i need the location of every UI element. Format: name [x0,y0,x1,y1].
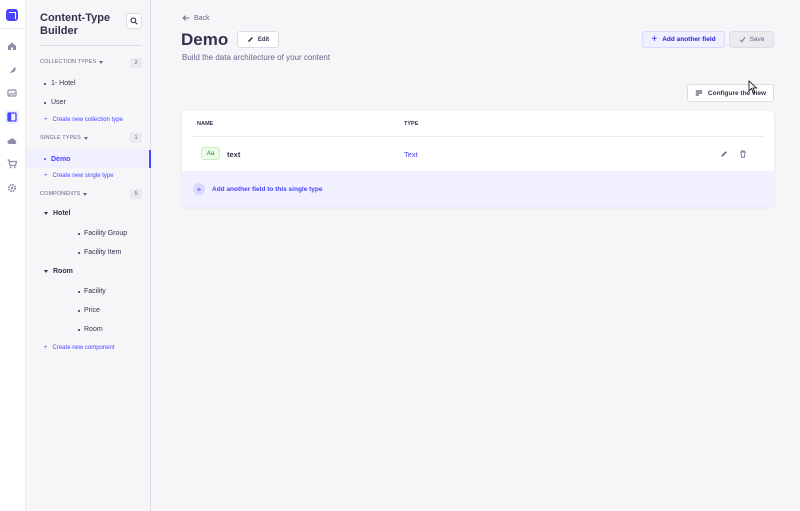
configure-view-button[interactable]: Configure the view [687,84,774,102]
add-field-to-single-type-row[interactable]: + Add another field to this single type [182,171,774,207]
check-icon [739,37,745,43]
layout-icon[interactable] [5,110,19,124]
sidebar-item-label: Facility [84,288,106,295]
count-badge: 5 [130,189,142,199]
component-group-room[interactable]: Room [44,268,73,275]
cart-icon[interactable] [5,157,19,171]
list-settings-icon [695,90,703,96]
chevron-down-icon [99,60,104,64]
bullet-icon [44,82,46,85]
save-label: Save [749,36,765,43]
count-badge: 2 [130,58,142,68]
section-single-types[interactable]: SINGLE TYPES [40,135,88,141]
main-nav-rail [0,0,26,511]
sidebar-item-facility-group[interactable]: Facility Group [78,230,127,237]
create-label: Create new collection type [52,117,123,123]
create-label: Create new component [52,345,115,351]
sidebar-item-hotel[interactable]: 1- Hotel [44,80,76,87]
arrow-left-icon [182,15,190,21]
sidebar-item-label: 1- Hotel [51,80,76,87]
component-group-hotel[interactable]: Hotel [44,210,71,217]
bullet-icon [44,158,46,160]
back-link[interactable]: Back [182,14,210,22]
trash-icon [740,150,746,158]
home-icon[interactable] [5,39,19,53]
create-single-type-link[interactable]: + Create new single type [44,173,114,179]
field-name: text [227,150,241,159]
column-header-type: TYPE [404,121,419,127]
cloud-icon[interactable] [5,134,19,148]
bullet-icon [78,290,80,293]
sidebar-item-user[interactable]: User [44,99,66,106]
edit-field-button[interactable] [719,149,729,159]
chevron-down-icon [83,136,88,140]
rail-divider [0,28,26,29]
caret-down-icon [44,212,48,215]
search-button[interactable] [126,13,142,29]
edit-button[interactable]: Edit [237,31,279,48]
bullet-icon [44,101,46,104]
section-components[interactable]: COMPONENTS [40,191,88,197]
page-title: Demo [181,30,229,49]
plus-circle-icon: + [193,183,205,195]
sidebar-item-label: User [51,99,66,106]
bullet-icon [78,309,80,312]
sidebar-item-facility[interactable]: Facility [78,288,106,295]
sidebar-title: Content-Type Builder [40,12,111,37]
count-badge: 1 [130,133,142,143]
sidebar-item-label: Room [84,326,103,333]
add-field-label: Add another field [662,36,716,43]
plus-icon: + [44,173,48,179]
sidebar-divider [40,45,142,46]
bullet-icon [78,232,80,235]
pencil-icon [247,37,253,42]
component-group-label: Room [53,268,73,275]
row-divider [192,136,764,137]
delete-field-button[interactable] [738,149,748,159]
edit-label: Edit [257,36,270,43]
search-icon [130,17,138,25]
section-label: SINGLE TYPES [40,135,81,141]
section-label: COMPONENTS [40,191,81,197]
field-type: Text [404,150,418,159]
create-component-link[interactable]: + Create new component [44,345,115,351]
plus-icon: + [44,117,48,123]
page-subtitle: Build the data architecture of your cont… [182,53,331,62]
sidebar-item-label: Price [84,307,100,314]
plus-icon: + [651,33,658,45]
fields-table: NAME TYPE Aa text Text + Add another fie… [182,111,774,207]
sidebar-item-label: Facility Item [84,249,122,256]
bullet-icon [78,328,80,331]
create-collection-type-link[interactable]: + Create new collection type [44,117,123,123]
column-header-name: NAME [197,121,214,127]
bullet-icon [78,251,80,254]
sidebar-item-price[interactable]: Price [78,307,100,314]
section-label: COLLECTION TYPES [40,59,97,65]
create-label: Create new single type [52,173,114,179]
sidebar-item-facility-item[interactable]: Facility Item [78,249,121,256]
save-button[interactable]: Save [729,31,774,48]
component-group-label: Hotel [53,210,71,217]
mouse-cursor-icon [748,80,758,94]
sidebar-item-label: Facility Group [84,230,128,237]
sidebar-item-label: Demo [51,155,71,163]
pencil-icon [721,151,727,157]
plus-icon: + [44,345,48,351]
chevron-down-icon [83,192,88,196]
caret-down-icon [44,270,48,273]
back-label: Back [194,14,210,22]
sidebar-item-room[interactable]: Room [78,326,103,333]
add-row-label: Add another field to this single type [212,185,323,193]
feather-icon[interactable] [5,63,19,77]
gear-icon[interactable] [5,181,19,195]
text-type-icon: Aa [201,147,220,160]
section-collection-types[interactable]: COLLECTION TYPES [40,59,104,65]
app-logo-icon[interactable] [6,9,18,21]
media-icon[interactable] [5,86,19,100]
content-type-sidebar: Content-Type Builder COLLECTION TYPES 2 … [26,0,151,511]
sidebar-item-demo[interactable]: Demo [26,150,151,168]
add-another-field-button[interactable]: + Add another field [642,31,725,48]
